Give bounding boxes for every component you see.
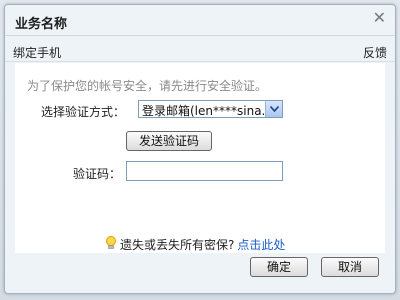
help-text: 遗失或丢失所有密保?: [120, 238, 235, 252]
ok-button[interactable]: 确定: [250, 257, 308, 277]
chevron-down-icon[interactable]: [265, 101, 282, 117]
verification-method-select[interactable]: 登录邮箱(len****sina.com): [138, 100, 283, 118]
verification-code-input[interactable]: [126, 161, 283, 181]
dialog-titlebar: 业务名称 ✕: [5, 5, 395, 36]
security-notice: 为了保护您的帐号安全，请先进行安全验证。: [27, 79, 268, 93]
code-label: 验证码：: [73, 167, 122, 181]
help-row: 遗失或丢失所有密保? 点击此处: [105, 236, 285, 253]
verification-dialog: 业务名称 ✕ 绑定手机 反馈 为了保护您的帐号安全，请先进行安全验证。 选择验证…: [4, 4, 396, 294]
dialog-content: 为了保护您的帐号安全，请先进行安全验证。 选择验证方式： 登录邮箱(len***…: [15, 63, 385, 253]
dialog-subtitle: 绑定手机: [13, 46, 62, 60]
dialog-subbar: 绑定手机 反馈: [5, 41, 395, 62]
method-selected-value: 登录邮箱(len****sina.com): [142, 104, 264, 118]
close-icon[interactable]: ✕: [373, 10, 386, 26]
help-link[interactable]: 点击此处: [237, 236, 285, 253]
cancel-button[interactable]: 取消: [321, 257, 379, 277]
method-label: 选择验证方式：: [41, 105, 126, 119]
feedback-link[interactable]: 反馈: [363, 44, 387, 61]
send-code-button[interactable]: 发送验证码: [126, 131, 212, 151]
dialog-title: 业务名称: [15, 17, 68, 32]
lightbulb-icon: [105, 236, 117, 253]
